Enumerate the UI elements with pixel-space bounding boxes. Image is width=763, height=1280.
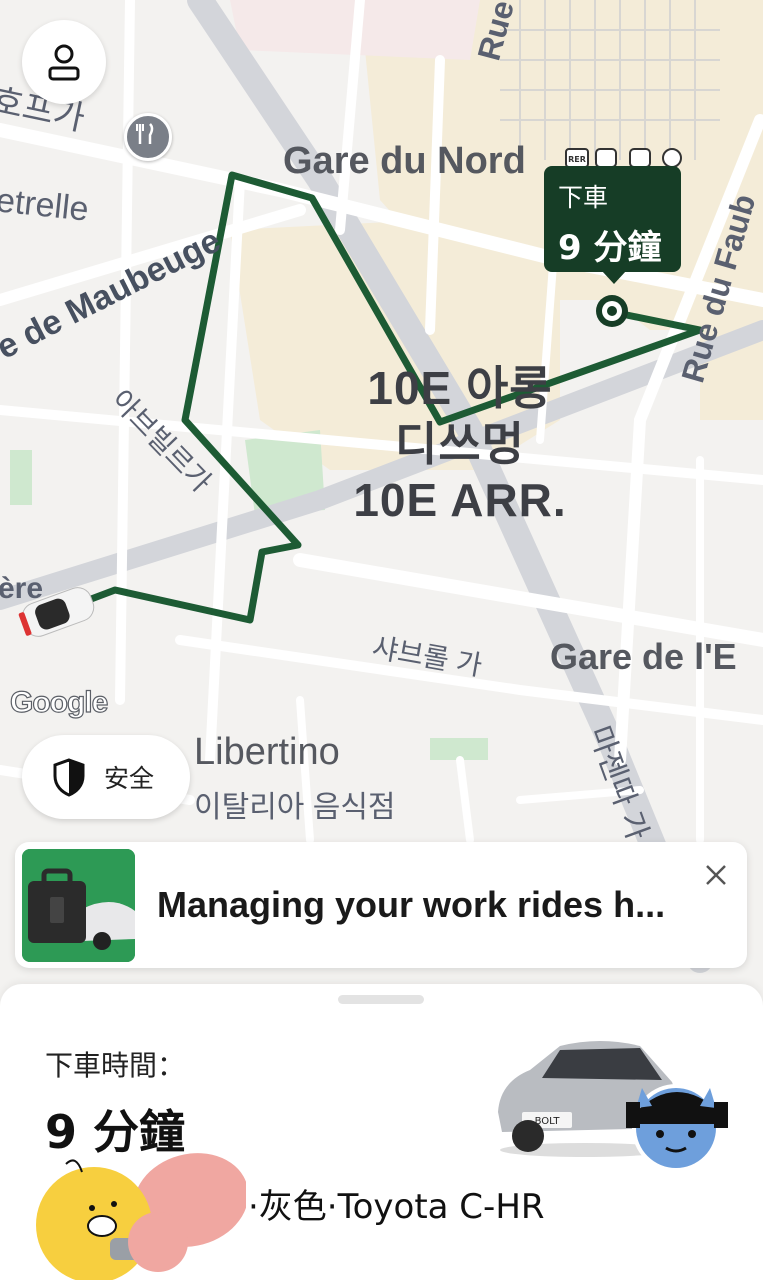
dropoff-marker[interactable] bbox=[596, 295, 628, 327]
close-icon[interactable] bbox=[701, 860, 731, 890]
svg-text:RER: RER bbox=[568, 155, 586, 164]
district-line-3: 10E ARR. bbox=[353, 474, 567, 526]
restaurant-pin-icon[interactable] bbox=[124, 113, 172, 161]
promo-banner-text: Managing your work rides h... bbox=[157, 884, 666, 925]
dropoff-tooltip-eta: 9 分鐘 bbox=[558, 228, 662, 268]
driver-avatar bbox=[626, 1084, 728, 1172]
briefcase-car-illustration bbox=[22, 849, 135, 962]
poi-label-libertino[interactable]: Libertino bbox=[194, 731, 340, 774]
sheet-drag-handle[interactable] bbox=[338, 995, 424, 1004]
dropoff-eta-tooltip: 下車 9 分鐘 bbox=[544, 166, 681, 284]
google-logo: Google bbox=[9, 685, 109, 719]
promo-banner[interactable]: Managing your work rides h... bbox=[15, 842, 747, 968]
safety-button-label: 安全 bbox=[104, 764, 155, 793]
safety-button[interactable]: 安全 bbox=[22, 735, 190, 819]
profile-button[interactable] bbox=[22, 20, 106, 104]
person-icon bbox=[48, 44, 80, 81]
dropoff-time-label: 下車時間： bbox=[45, 1049, 186, 1082]
station-label-gare-du-nord[interactable]: Gare du Nord bbox=[283, 140, 526, 183]
station-label-gare-de-lest[interactable]: Gare de l'E bbox=[550, 636, 737, 678]
dropoff-tooltip-label: 下車 bbox=[558, 183, 609, 212]
poi-subtitle-libertino: 이탈리아 음식점 bbox=[194, 791, 396, 824]
shield-icon bbox=[53, 758, 85, 797]
district-label: 10E 아롱 디쓰멍 10E ARR. bbox=[300, 360, 620, 528]
district-line-1: 10E 아롱 bbox=[367, 362, 553, 414]
street-label-lafayette: ère bbox=[0, 572, 44, 605]
district-line-2: 디쓰멍 bbox=[395, 418, 525, 470]
vehicle-info: ·灰色·Toyota C-HR bbox=[248, 1187, 545, 1227]
promo-image bbox=[22, 849, 135, 962]
sticker-overlay bbox=[36, 1153, 246, 1280]
